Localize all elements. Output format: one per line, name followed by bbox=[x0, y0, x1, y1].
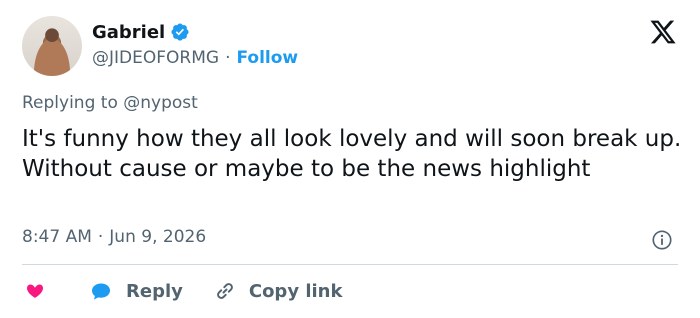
copy-link-button[interactable]: Copy link bbox=[213, 279, 343, 303]
separator-dot: · bbox=[225, 48, 231, 68]
divider bbox=[22, 264, 678, 265]
author-name-row: Gabriel bbox=[92, 20, 190, 44]
timestamp-row[interactable]: 8:47 AM · Jun 9, 2026 bbox=[22, 227, 206, 247]
author-handle[interactable]: @JIDEOFORMG bbox=[92, 48, 219, 68]
tweet-date[interactable]: Jun 9, 2026 bbox=[109, 227, 206, 247]
reply-mention-link[interactable]: @nypost bbox=[123, 93, 198, 113]
like-button[interactable] bbox=[22, 279, 48, 303]
tweet-time[interactable]: 8:47 AM bbox=[22, 227, 92, 247]
replying-to-label: Replying to bbox=[22, 93, 118, 113]
heart-icon bbox=[22, 279, 48, 303]
reply-button[interactable]: Reply bbox=[88, 279, 183, 303]
action-bar: Reply Copy link bbox=[22, 277, 342, 305]
replying-to: Replying to @nypost bbox=[22, 93, 198, 113]
copy-link-label: Copy link bbox=[248, 280, 343, 302]
verified-badge-icon bbox=[170, 22, 190, 42]
x-logo-icon[interactable] bbox=[648, 18, 678, 46]
info-icon[interactable] bbox=[651, 229, 673, 251]
tweet-text: It's funny how they all look lovely and … bbox=[22, 126, 682, 182]
author-handle-row: @JIDEOFORMG · Follow bbox=[92, 48, 298, 68]
link-icon bbox=[213, 279, 237, 303]
reply-label: Reply bbox=[126, 280, 183, 302]
chat-bubble-icon bbox=[88, 279, 114, 303]
author-display-name[interactable]: Gabriel bbox=[92, 22, 165, 43]
avatar[interactable] bbox=[22, 16, 82, 76]
separator-dot: · bbox=[97, 227, 104, 247]
follow-button[interactable]: Follow bbox=[236, 48, 298, 68]
